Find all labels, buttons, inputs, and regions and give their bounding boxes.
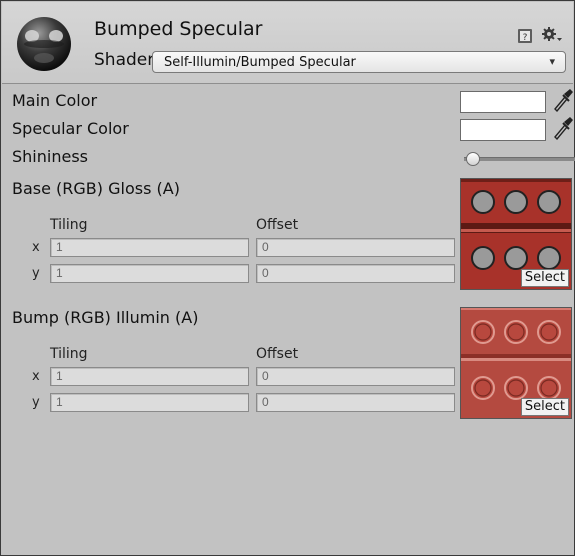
shader-dropdown-value: Self-Illumin/Bumped Specular	[164, 55, 356, 70]
shininess-label: Shininess	[12, 147, 88, 166]
main-color-label: Main Color	[12, 91, 98, 110]
base-tiling-x-field[interactable]: 1	[50, 238, 249, 257]
bump-x-label: x	[32, 369, 40, 384]
chevron-down-icon: ▾	[549, 55, 555, 68]
main-color-swatch[interactable]	[460, 91, 546, 113]
gear-icon[interactable]	[541, 26, 563, 46]
base-offset-x-field[interactable]: 0	[256, 238, 455, 257]
base-offset-y-field[interactable]: 0	[256, 264, 455, 283]
base-texture-slot[interactable]: Select	[460, 178, 572, 290]
material-inspector-panel: Bumped Specular ? Shader Self-Illumin/Bu…	[0, 0, 575, 556]
bump-tiling-header: Tiling	[50, 346, 88, 362]
shininess-slider-thumb[interactable]	[466, 152, 480, 166]
bump-tiling-x-field[interactable]: 1	[50, 367, 249, 386]
eyedropper-icon[interactable]	[552, 116, 574, 140]
bump-y-label: y	[32, 395, 40, 410]
base-y-label: y	[32, 266, 40, 281]
shader-label: Shader	[94, 50, 155, 70]
bump-tiling-y-field[interactable]: 1	[50, 393, 249, 412]
base-texture-select-button[interactable]: Select	[520, 269, 569, 287]
bump-texture-label: Bump (RGB) Illumin (A)	[12, 308, 199, 327]
bump-offset-header: Offset	[256, 346, 299, 362]
base-texture-label: Base (RGB) Gloss (A)	[12, 179, 180, 198]
material-title: Bumped Specular	[94, 18, 263, 40]
specular-color-swatch[interactable]	[460, 119, 546, 141]
base-x-label: x	[32, 240, 40, 255]
shader-dropdown[interactable]: Self-Illumin/Bumped Specular ▾	[152, 51, 566, 73]
base-tiling-y-field[interactable]: 1	[50, 264, 249, 283]
specular-color-label: Specular Color	[12, 119, 129, 138]
shininess-slider-track[interactable]	[464, 157, 575, 161]
bump-texture-slot[interactable]: Select	[460, 307, 572, 419]
svg-text:?: ?	[523, 33, 528, 43]
inspector-header: Bumped Specular ? Shader Self-Illumin/Bu…	[2, 2, 573, 84]
bump-offset-x-field[interactable]: 0	[256, 367, 455, 386]
base-tiling-header: Tiling	[50, 217, 88, 233]
base-offset-header: Offset	[256, 217, 299, 233]
help-book-icon[interactable]: ?	[517, 28, 533, 44]
bump-offset-y-field[interactable]: 0	[256, 393, 455, 412]
bump-texture-select-button[interactable]: Select	[520, 398, 569, 416]
eyedropper-icon[interactable]	[552, 88, 574, 112]
material-sphere-icon	[17, 17, 71, 71]
